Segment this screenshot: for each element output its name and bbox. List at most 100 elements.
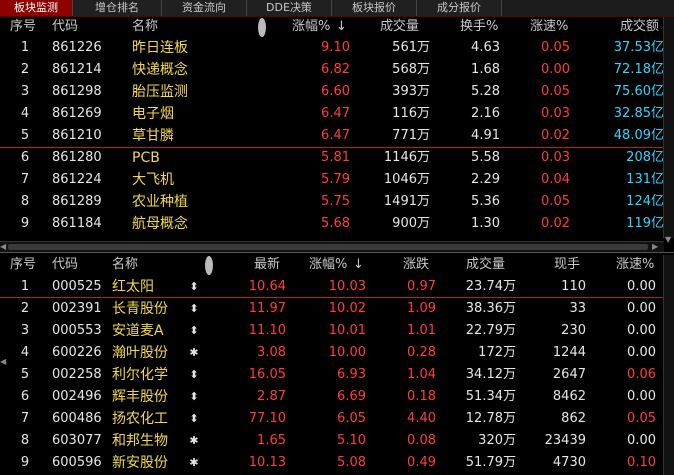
row-speed: 0.00 <box>627 389 656 404</box>
column-dot-icon[interactable] <box>258 17 266 37</box>
row-volume: 900万 <box>392 216 430 231</box>
row-speed: 0.05 <box>541 194 570 209</box>
row-speed: 0.10 <box>627 455 656 470</box>
sector-vertical-scrollbar[interactable]: ▼ <box>663 17 674 244</box>
row-mark-icon: ⬍ <box>189 302 199 315</box>
row-idx: 6 <box>20 389 30 404</box>
col-volume[interactable]: 成交量 <box>380 17 419 36</box>
col-idx[interactable]: 序号 <box>10 17 36 36</box>
row-idx: 2 <box>20 301 30 316</box>
row-turnover: 5.28 <box>471 84 500 99</box>
col-hand[interactable]: 现手 <box>554 255 580 274</box>
row-idx: 4 <box>20 345 30 360</box>
sector-table-row[interactable]: 7 861224 大飞机 5.79 1046万 2.29 0.04 131亿 <box>0 169 664 191</box>
row-name: 安道麦A <box>112 323 164 339</box>
row-speed: 0.03 <box>541 106 570 121</box>
stock-table-row[interactable]: 5 002258 利尔化学 ⬍ 16.05 6.93 1.04 34.12万 2647 0.06 <box>0 364 664 386</box>
row-turnover: 4.91 <box>471 128 500 143</box>
left-arrow-icon[interactable]: ◀ <box>0 357 6 366</box>
sort-down-arrow-icon[interactable]: ↓ <box>336 17 347 36</box>
row-amount: 72.18亿 <box>613 62 664 77</box>
row-price: 77.10 <box>248 411 286 426</box>
row-idx: 7 <box>20 411 30 426</box>
row-change-pct: 5.10 <box>337 433 366 448</box>
row-change-pct: 10.03 <box>328 279 366 294</box>
row-speed: 0.02 <box>541 128 570 143</box>
tab-sector-quote[interactable]: 板块报价 <box>332 0 417 16</box>
sector-table-row[interactable]: 6 861280 PCB 5.81 1146万 5.58 0.03 208亿 <box>0 147 664 169</box>
col-speed[interactable]: 涨速% <box>616 255 654 274</box>
row-mark-icon: ✱ <box>189 346 199 359</box>
col-amount[interactable]: 成交额 <box>620 17 659 36</box>
tab-component-quote[interactable]: 成分报价 <box>417 0 502 16</box>
stock-table-row[interactable]: 8 603077 和邦生物 ✱ 1.65 5.10 0.08 320万 23439 0.00 <box>0 430 664 452</box>
row-idx: 1 <box>20 279 30 294</box>
sort-down-arrow-icon[interactable]: ↓ <box>353 255 364 274</box>
stock-vertical-scrollbar[interactable] <box>663 255 674 475</box>
row-price: 11.10 <box>248 323 286 338</box>
col-code[interactable]: 代码 <box>52 17 78 36</box>
row-speed: 0.04 <box>541 172 570 187</box>
row-speed: 0.05 <box>541 40 570 55</box>
row-price: 3.08 <box>257 345 286 360</box>
row-amount: 119亿 <box>626 216 664 231</box>
row-mark-icon: ⬍ <box>189 412 199 425</box>
col-volume[interactable]: 成交量 <box>466 255 505 274</box>
stock-table-header: 序号 代码 名称 最新 涨幅% ↓ 涨跌 成交量 现手 涨速% <box>0 255 664 275</box>
stock-table-row[interactable]: 9 600596 新安股份 ✱ 10.13 5.08 0.49 51.79万 4730 0.10 <box>0 452 664 474</box>
col-turnover[interactable]: 换手% <box>460 17 498 36</box>
row-change-pct: 10.02 <box>328 301 366 316</box>
sector-table-row[interactable]: 5 861210 草甘膦 6.47 771万 4.91 0.02 48.09亿 <box>0 125 664 147</box>
row-code: 861214 <box>52 62 102 77</box>
row-code: 861269 <box>52 106 102 121</box>
sector-table-row[interactable]: 8 861289 农业种植 5.75 1491万 5.36 0.05 124亿 <box>0 191 664 213</box>
sector-table-row[interactable]: 4 861269 电子烟 6.47 116万 2.16 0.03 32.85亿 <box>0 103 664 125</box>
sector-scroll-thumb[interactable] <box>8 244 648 250</box>
row-turnover: 1.68 <box>471 62 500 77</box>
row-mark-icon: ✱ <box>189 456 199 469</box>
col-change[interactable]: 涨跌 <box>403 255 429 274</box>
row-separator <box>0 297 664 298</box>
col-speed[interactable]: 涨速% <box>530 17 568 36</box>
column-dot-icon[interactable] <box>205 255 213 275</box>
col-change-pct[interactable]: 涨幅% <box>292 17 330 36</box>
row-change: 4.40 <box>407 411 436 426</box>
tab-dde[interactable]: DDE决策 <box>247 0 332 16</box>
row-idx: 2 <box>20 62 30 77</box>
sector-horizontal-scrollbar[interactable]: ◀ ▶ <box>0 241 664 252</box>
row-change: 0.28 <box>407 345 436 360</box>
row-hand: 2647 <box>552 367 586 382</box>
row-speed: 0.00 <box>627 279 656 294</box>
stock-table-row[interactable]: 1 000525 红太阳 ⬍ 10.64 10.03 0.97 23.74万 110 0.00 <box>0 276 664 298</box>
sector-table-row[interactable]: 1 861226 昨日连板 9.10 561万 4.63 0.05 37.53亿 <box>0 37 664 59</box>
tab-sector-monitor[interactable]: 板块监测 <box>0 0 73 16</box>
row-idx: 4 <box>20 106 30 121</box>
col-idx[interactable]: 序号 <box>10 255 36 274</box>
row-change-pct: 10.01 <box>328 323 366 338</box>
sector-table-row[interactable]: 9 861184 航母概念 5.68 900万 1.30 0.02 119亿 <box>0 213 664 235</box>
row-change-pct: 6.47 <box>321 128 350 143</box>
stock-table-row[interactable]: 2 002391 长青股份 ⬍ 11.97 10.02 1.09 38.36万 33 0.00 <box>0 298 664 320</box>
col-change-pct[interactable]: 涨幅% <box>309 255 347 274</box>
col-name[interactable]: 名称 <box>132 17 158 36</box>
col-price[interactable]: 最新 <box>254 255 280 274</box>
row-idx: 3 <box>20 323 30 338</box>
row-idx: 9 <box>20 216 30 231</box>
row-name: 电子烟 <box>132 106 174 122</box>
row-idx: 3 <box>20 84 30 99</box>
col-code[interactable]: 代码 <box>52 255 78 274</box>
stock-table-row[interactable]: 7 600486 扬农化工 ⬍ 77.10 6.05 4.40 12.78万 862 0.05 <box>0 408 664 430</box>
stock-table-row[interactable]: 3 000553 安道麦A ⬍ 11.10 10.01 1.01 22.79万 230 0.00 <box>0 320 664 342</box>
row-code: 861289 <box>52 194 102 209</box>
row-amount: 131亿 <box>626 172 664 187</box>
sector-table-row[interactable]: 3 861298 胎压监测 6.60 393万 5.28 0.05 75.60亿 <box>0 81 664 103</box>
tab-fund-flow[interactable]: 资金流向 <box>162 0 247 16</box>
stock-table-row[interactable]: 4 600226 瀚叶股份 ✱ 3.08 10.00 0.28 172万 1244 0.00 <box>0 342 664 364</box>
row-name: 瀚叶股份 <box>112 345 168 361</box>
row-price: 16.05 <box>248 367 286 382</box>
col-name[interactable]: 名称 <box>112 255 138 274</box>
row-name: 利尔化学 <box>112 367 168 383</box>
sector-table-row[interactable]: 2 861214 快递概念 6.82 568万 1.68 0.00 72.18亿 <box>0 59 664 81</box>
tab-position-rank[interactable]: 增仓排名 <box>73 0 162 16</box>
stock-table-row[interactable]: 6 002496 辉丰股份 ⬍ 2.87 6.69 0.18 51.34万 8462 0.00 <box>0 386 664 408</box>
